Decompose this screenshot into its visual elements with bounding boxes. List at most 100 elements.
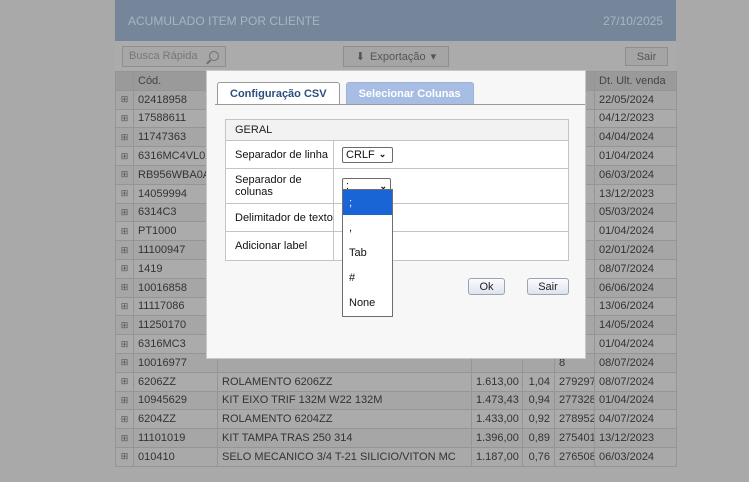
expand-icon[interactable]: ⊞ (115, 258, 134, 279)
expand-icon[interactable]: ⊞ (115, 277, 134, 298)
table-cell: 278952 (554, 409, 595, 430)
exit-button[interactable]: Sair (625, 47, 668, 66)
expand-icon[interactable]: ⊞ (115, 164, 134, 185)
table-row[interactable]: ⊞ 010410 SELO MECANICO 3/4 T-21 SILICIO/VI… (115, 446, 677, 467)
table-cell: ROLAMENTO 6204ZZ (217, 409, 472, 430)
table-cell: 0,76 (522, 446, 555, 467)
table-cell: 10945629 (133, 390, 218, 411)
expand-icon[interactable]: ⊞ (115, 183, 134, 204)
table-cell: 06/06/2024 (594, 277, 677, 298)
table-row[interactable]: ⊞ 10945629 KIT EIXO TRIF 132M W22 132M 1.47… (115, 390, 677, 411)
table-cell: 04/12/2023 (594, 108, 677, 129)
expand-icon[interactable]: ⊞ (115, 409, 134, 430)
add-label-row: Adicionar label (226, 232, 568, 260)
csv-config-dialog: Configuração CSV Selecionar Colunas GERA… (206, 70, 586, 359)
tab-select-columns[interactable]: Selecionar Colunas (345, 82, 474, 105)
table-cell: 10016977 (133, 352, 218, 373)
dropdown-option-comma[interactable]: , (343, 215, 392, 240)
dropdown-option-tab[interactable]: Tab (343, 240, 392, 265)
table-cell: 1,04 (522, 371, 555, 392)
table-cell: PT1000 (133, 221, 218, 242)
expand-icon[interactable]: ⊞ (115, 89, 134, 110)
table-row[interactable]: ⊞ 6204ZZ ROLAMENTO 6204ZZ 1.433,00 0,92 27895… (115, 409, 677, 430)
line-separator-select[interactable]: CRLF ⌄ (342, 146, 393, 163)
table-cell: 11101019 (133, 428, 218, 448)
dropdown-option-none[interactable]: None (343, 290, 392, 315)
table-cell: 11250170 (133, 315, 218, 336)
col-separator-dropdown: ; , Tab # None (342, 189, 393, 317)
table-cell: 11117086 (133, 296, 218, 317)
table-cell: 01/04/2024 (594, 390, 677, 411)
table-cell: 0,89 (522, 428, 555, 448)
search-icon[interactable] (209, 51, 219, 61)
table-cell: 08/07/2024 (594, 258, 677, 279)
table-cell: KIT EIXO TRIF 132M W22 132M (217, 390, 472, 411)
table-cell: 277328 (554, 390, 595, 411)
table-cell: 1.613,00 (471, 371, 523, 392)
expand-icon[interactable]: ⊞ (115, 371, 134, 392)
table-cell: 06/03/2024 (594, 164, 677, 185)
table-cell: 04/04/2024 (594, 127, 677, 148)
chevron-down-icon: ⌄ (378, 149, 387, 159)
table-cell: 02/01/2024 (594, 240, 677, 260)
table-cell: SELO MECANICO 3/4 T-21 SILICIO/VITON MC (217, 446, 472, 467)
dialog-exit-button[interactable]: Sair (527, 278, 569, 295)
table-cell: 11100947 (133, 240, 218, 260)
table-cell: 6314C3 (133, 202, 218, 223)
expand-icon[interactable]: ⊞ (115, 202, 134, 223)
expand-icon[interactable]: ⊞ (115, 296, 134, 317)
table-cell: 6206ZZ (133, 371, 218, 392)
table-cell: 22/05/2024 (594, 89, 677, 110)
expand-icon[interactable]: ⊞ (115, 352, 134, 373)
dropdown-option-semicolon[interactable]: ; (343, 190, 392, 215)
table-cell: 1.187,00 (471, 446, 523, 467)
table-cell: 04/07/2024 (594, 409, 677, 430)
text-delimiter-row: Delimitador de texto (226, 204, 568, 232)
table-row[interactable]: ⊞ 6206ZZ ROLAMENTO 6206ZZ 1.613,00 1,04 27929… (115, 371, 677, 392)
col-separator-label: Separador de colunas (226, 169, 334, 203)
col-separator-label-line1: Separador de (235, 174, 302, 186)
expand-icon[interactable]: ⊞ (115, 108, 134, 129)
table-cell: KIT TAMPA TRAS 250 314 (217, 428, 472, 448)
table-row[interactable]: ⊞ 11101019 KIT TAMPA TRAS 250 314 1.396,00 0… (115, 428, 677, 448)
col-separator-row: Separador de colunas ; ⌄ (226, 169, 568, 204)
expand-icon[interactable]: ⊞ (115, 315, 134, 336)
expand-icon[interactable]: ⊞ (115, 334, 134, 354)
caret-down-icon: ▾ (430, 51, 437, 63)
table-cell: 6204ZZ (133, 409, 218, 430)
table-cell: 08/07/2024 (594, 352, 677, 373)
table-cell: 11747363 (133, 127, 218, 148)
tab-divider (215, 104, 585, 105)
search-input[interactable]: Busca Rápida (122, 46, 226, 67)
expand-icon[interactable]: ⊞ (115, 428, 134, 448)
dropdown-option-hash[interactable]: # (343, 265, 392, 290)
table-cell: 14/05/2024 (594, 315, 677, 336)
search-placeholder: Busca Rápida (129, 50, 198, 62)
tab-csv-config[interactable]: Configuração CSV (217, 82, 340, 105)
table-cell: 17588611 (133, 108, 218, 129)
text-delimiter-label: Delimitador de texto (226, 204, 334, 231)
expand-icon[interactable]: ⊞ (115, 390, 134, 411)
export-button[interactable]: ⬇ Exportação ▾ (343, 46, 449, 67)
expand-icon[interactable]: ⊞ (115, 446, 134, 467)
table-cell: 14059994 (133, 183, 218, 204)
table-cell: 02418958 (133, 89, 218, 110)
line-separator-value: CRLF (346, 148, 375, 161)
general-panel: GERAL Separador de linha CRLF ⌄ Separado… (225, 119, 569, 261)
expand-icon[interactable]: ⊞ (115, 240, 134, 260)
table-cell: 275401 (554, 428, 595, 448)
table-cell: 1419 (133, 258, 218, 279)
app-header: ACUMULADO ITEM POR CLIENTE 27/10/2025 (115, 0, 676, 41)
table-cell: 05/03/2024 (594, 202, 677, 223)
column-header: Cód. (133, 71, 218, 91)
table-cell: 01/04/2024 (594, 334, 677, 354)
expand-icon[interactable]: ⊞ (115, 146, 134, 166)
ok-button[interactable]: Ok (468, 278, 505, 295)
expand-icon[interactable]: ⊞ (115, 127, 134, 148)
header-date: 27/10/2025 (602, 13, 663, 28)
table-cell: 6316MC4VL02 (133, 146, 218, 166)
expand-icon[interactable]: ⊞ (115, 221, 134, 242)
section-title: GERAL (226, 120, 568, 141)
table-cell: 1.473,43 (471, 390, 523, 411)
dialog-tabs: Configuração CSV Selecionar Colunas (217, 82, 474, 105)
